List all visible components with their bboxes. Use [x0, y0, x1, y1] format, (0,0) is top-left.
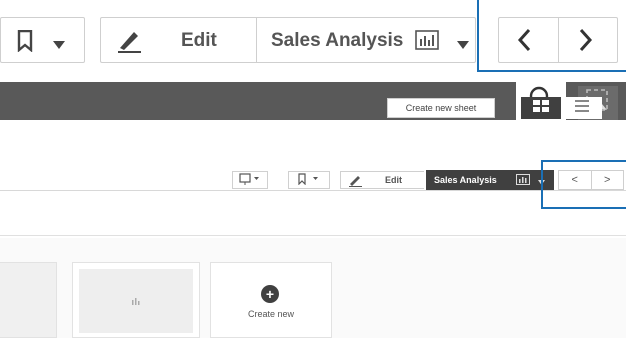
chevron-down-icon [53, 36, 65, 54]
create-new-sheet-label: Create new sheet [405, 103, 477, 113]
highlight-box [477, 0, 626, 72]
list-view-button[interactable] [562, 97, 602, 119]
sheet-title: Sales Analysis [434, 175, 497, 185]
create-new-sheet-card[interactable]: + Create new [210, 262, 332, 338]
pencil-icon [115, 28, 143, 59]
sheet-selector-button[interactable]: Sales Analysis [426, 170, 554, 190]
chevron-down-icon [457, 36, 469, 54]
bookmark-dropdown-button[interactable] [0, 17, 85, 63]
edit-label: Edit [181, 30, 217, 51]
create-new-label: Create new [247, 309, 295, 319]
sheet-card[interactable] [72, 262, 200, 338]
sheet-chart-icon [415, 30, 439, 55]
grid-view-icon [533, 99, 549, 117]
pencil-icon [347, 174, 363, 189]
bookmark-dropdown-button[interactable] [288, 171, 330, 189]
sheet-chart-icon [131, 292, 141, 310]
sheet-selector-button[interactable]: Sales Analysis [256, 17, 476, 63]
create-new-sheet-button[interactable]: Create new sheet [387, 98, 495, 118]
bookmark-icon [297, 173, 321, 187]
grid-view-button[interactable] [521, 97, 561, 119]
present-icon [239, 173, 261, 187]
sheet-chart-icon [516, 174, 530, 187]
edit-label: Edit [385, 175, 402, 185]
edit-button[interactable]: Edit [340, 171, 424, 189]
highlight-box [541, 160, 626, 209]
app-toolbar: Edit Sales Analysis < > [0, 167, 626, 191]
sheet-thumbnail [79, 269, 193, 333]
create-new-icon: + [261, 285, 279, 303]
edit-button[interactable]: Edit [100, 17, 256, 63]
bookmark-icon [17, 29, 33, 57]
sheet-title: Sales Analysis [271, 30, 404, 51]
sheet-overview-bar [0, 192, 626, 236]
list-view-icon [575, 99, 589, 117]
sheet-card[interactable] [0, 262, 57, 338]
present-button[interactable] [232, 171, 268, 189]
